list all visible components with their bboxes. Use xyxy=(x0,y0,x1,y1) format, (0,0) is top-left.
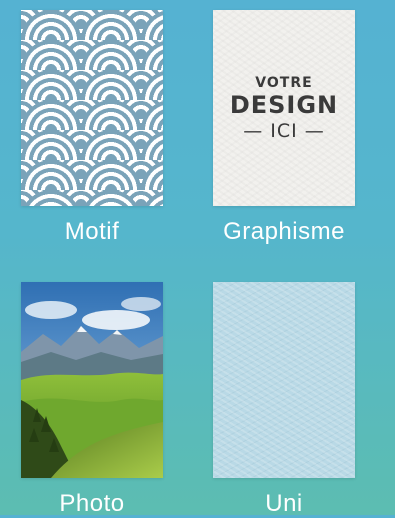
photo-thumbnail[interactable] xyxy=(21,282,163,478)
option-label-uni: Uni xyxy=(265,490,303,517)
graphisme-preview-line-2: DESIGN xyxy=(229,90,339,119)
motif-thumbnail[interactable] xyxy=(21,10,163,206)
option-label-graphisme: Graphisme xyxy=(223,218,345,245)
option-label-photo: Photo xyxy=(59,490,125,517)
landscape-photo-icon xyxy=(21,282,163,478)
graphisme-thumbnail[interactable]: VOTRE DESIGN — ICI — xyxy=(213,10,355,206)
option-graphisme[interactable]: VOTRE DESIGN — ICI — Graphisme xyxy=(213,10,355,245)
option-uni[interactable]: Uni xyxy=(213,282,355,517)
uni-thumbnail[interactable] xyxy=(213,282,355,478)
graphisme-preview-line-1: VOTRE xyxy=(255,74,313,91)
option-photo[interactable]: Photo xyxy=(21,282,163,517)
graphisme-preview-line-3: — ICI — xyxy=(243,119,325,142)
option-motif[interactable]: Motif xyxy=(21,10,163,245)
option-label-motif: Motif xyxy=(64,218,120,245)
